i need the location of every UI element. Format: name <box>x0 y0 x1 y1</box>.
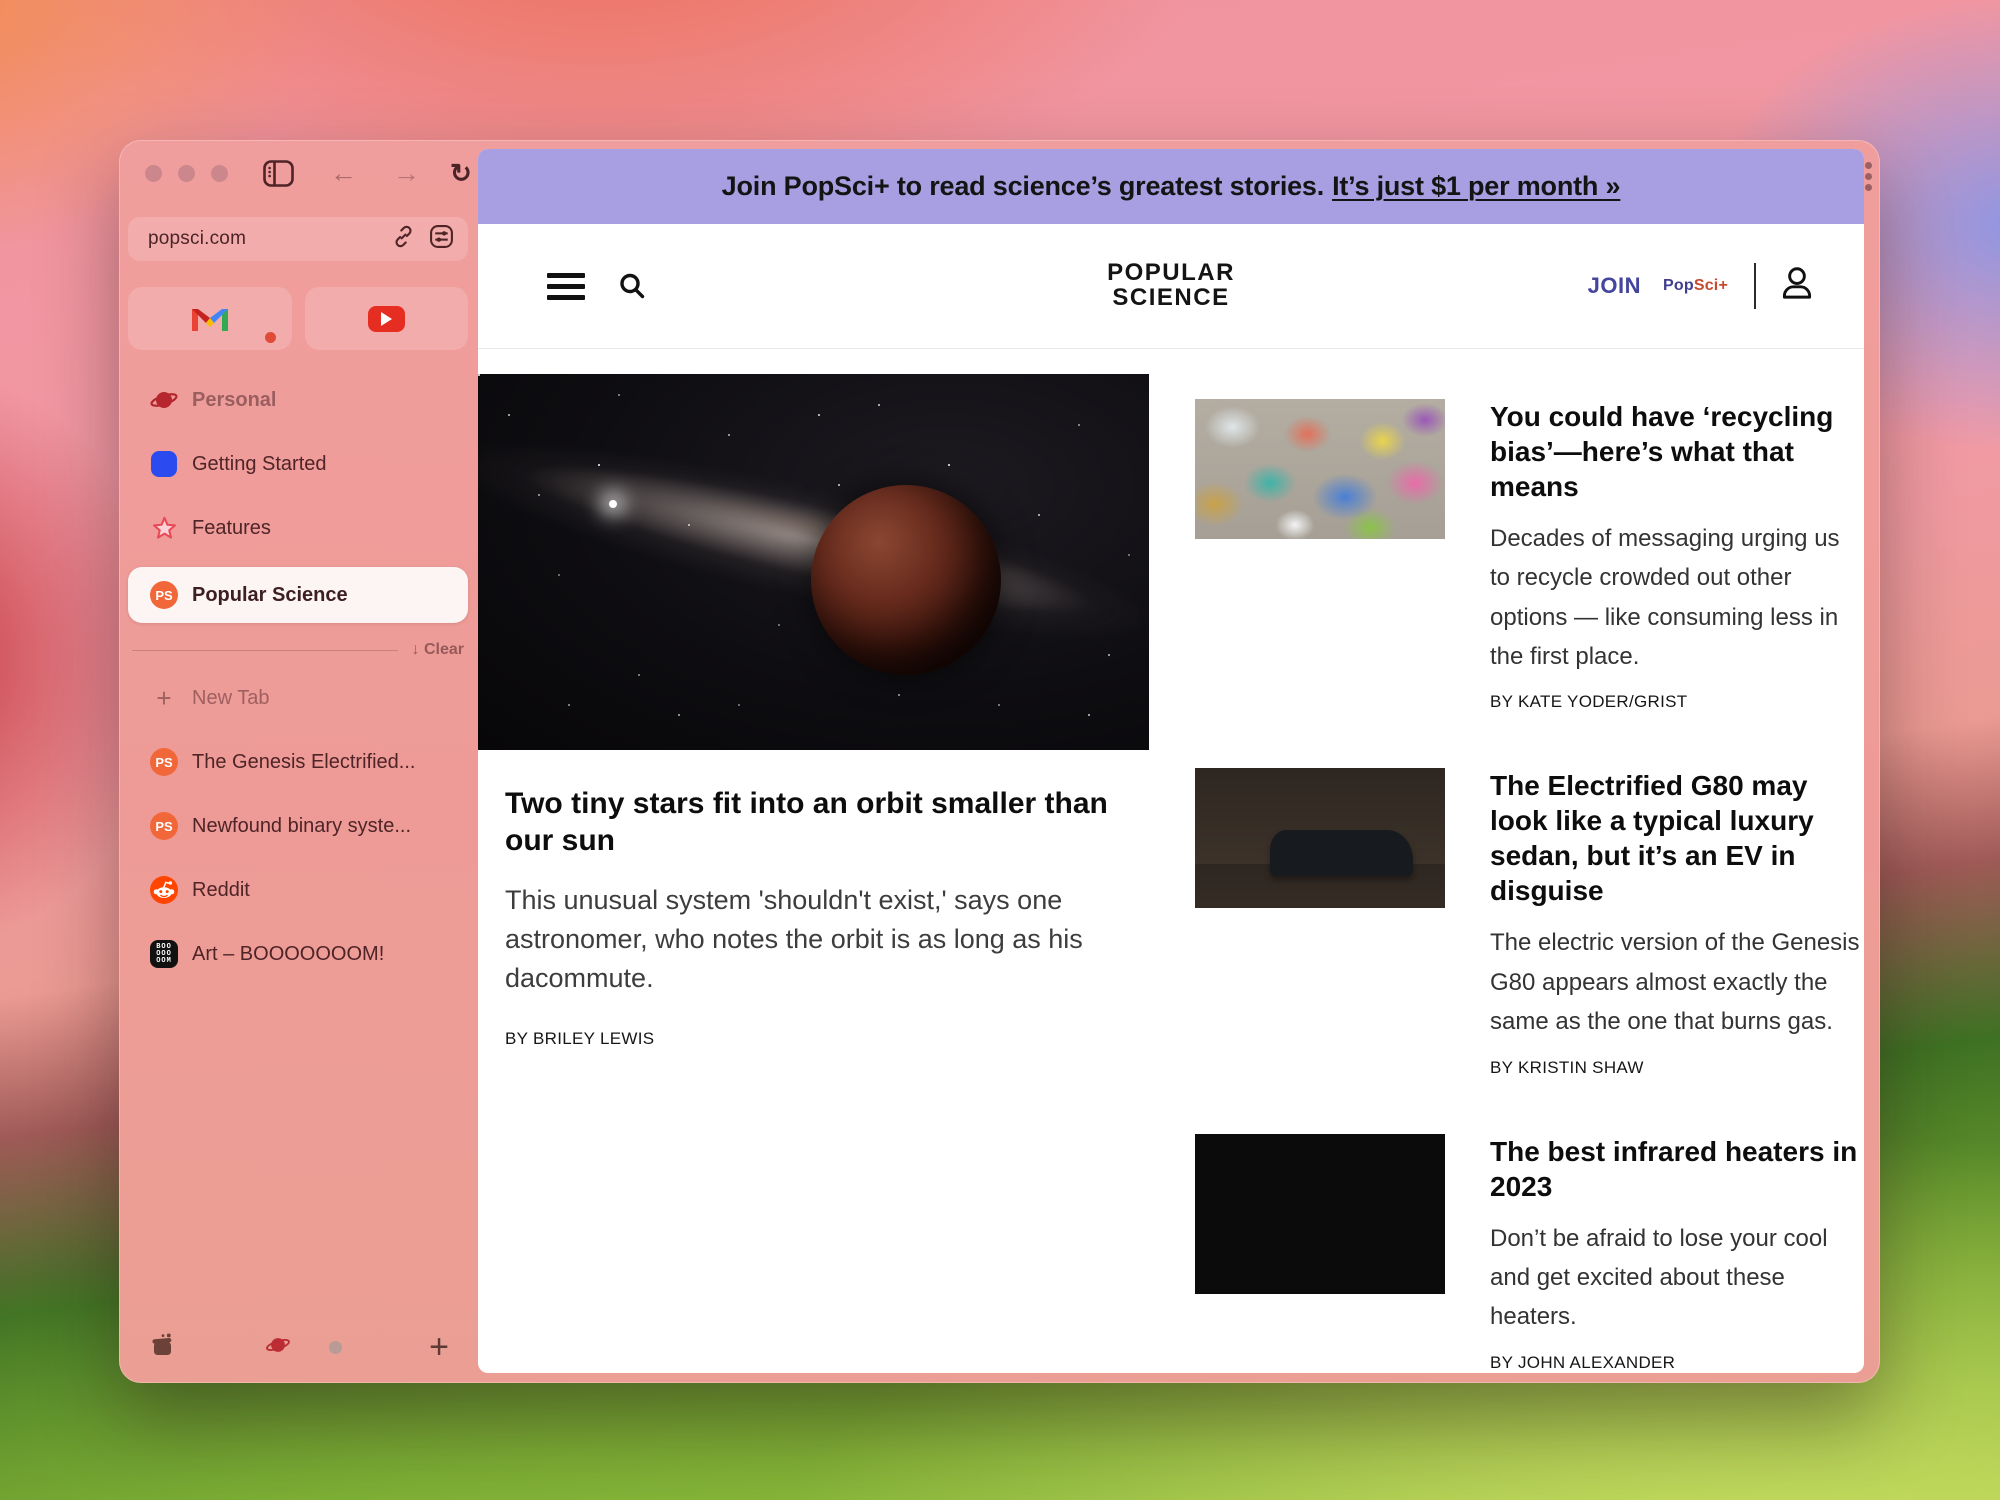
dark-red-planet <box>811 485 1001 675</box>
article-dek: The electric version of the Genesis G80 … <box>1490 923 1862 1041</box>
favorite-item-features[interactable]: Features <box>128 503 468 553</box>
favorite-item-popular-science[interactable]: PS Popular Science <box>128 567 468 623</box>
article-row-genesis-g80: The Electrified G80 may look like a typi… <box>1195 768 1864 1077</box>
booooooom-icon: BOO OOO OOM <box>150 940 178 968</box>
window-edge-handle[interactable] <box>1865 162 1872 191</box>
popular-science-icon: PS <box>150 581 178 609</box>
sidebar-toggle-icon[interactable] <box>263 160 294 187</box>
join-button[interactable]: JOIN <box>1588 273 1641 299</box>
subscription-banner: Join PopSci+ to read science’s greatest … <box>478 149 1864 224</box>
article-row-infrared-heaters: The best infrared heaters in 2023 Don’t … <box>1195 1134 1864 1373</box>
plus-icon: + <box>150 685 178 711</box>
youtube-icon <box>368 306 405 332</box>
forward-button[interactable]: → <box>393 160 420 187</box>
gmail-tile[interactable] <box>128 287 292 350</box>
clear-tabs-row: ↓ Clear <box>132 637 464 663</box>
new-space-plus-button[interactable]: + <box>429 1330 449 1364</box>
banner-text: Join PopSci+ to read science’s greatest … <box>722 171 1324 202</box>
window-topbar: ← → ↻ <box>119 140 477 206</box>
tab-item-newfound-binary[interactable]: PS Newfound binary syste... <box>128 801 468 851</box>
site-header: POPULAR SCIENCE JOIN PopSci+ <box>478 224 1864 349</box>
reload-button[interactable]: ↻ <box>450 160 472 186</box>
feature-article-dek: This unusual system 'shouldn't exist,' s… <box>505 881 1125 998</box>
space-header-personal[interactable]: Personal <box>128 375 468 425</box>
copy-link-icon[interactable] <box>392 225 415 253</box>
search-icon[interactable] <box>617 271 647 301</box>
feature-article-image[interactable] <box>478 374 1149 750</box>
zoom-button[interactable] <box>211 165 228 182</box>
favorite-tiles <box>128 287 468 350</box>
feature-article-byline: BY BRILEY LEWIS <box>505 1029 1129 1049</box>
star-icon <box>150 515 178 542</box>
reddit-icon <box>150 876 178 904</box>
article-dek: Decades of messaging urging us to recycl… <box>1490 519 1862 676</box>
clear-button[interactable]: ↓ Clear <box>412 641 464 659</box>
back-button[interactable]: ← <box>330 160 357 187</box>
library-icon[interactable] <box>147 1330 177 1365</box>
close-button[interactable] <box>145 165 162 182</box>
gmail-notification-dot <box>265 332 276 343</box>
gmail-icon <box>192 305 228 332</box>
planet-icon <box>150 386 178 414</box>
account-icon[interactable] <box>1776 263 1818 310</box>
bright-star <box>609 500 617 508</box>
tab-item-art-booooooom[interactable]: BOO OOO OOM Art – BOOOOOOOM! <box>128 929 468 979</box>
minimize-button[interactable] <box>178 165 195 182</box>
browser-window: ← → ↻ popsci.com <box>119 140 1880 1383</box>
article-dek: Don’t be afraid to lose your cool and ge… <box>1490 1219 1862 1337</box>
popsci-plus-brand[interactable]: PopSci+ <box>1663 277 1728 295</box>
articles-area: Two tiny stars fit into an orbit smaller… <box>478 374 1864 1049</box>
url-bar[interactable]: popsci.com <box>128 217 468 261</box>
article-title[interactable]: The best infrared heaters in 2023 <box>1490 1134 1862 1204</box>
tab-item-genesis-electrified[interactable]: PS The Genesis Electrified... <box>128 737 468 787</box>
youtube-tile[interactable] <box>305 287 469 350</box>
article-title[interactable]: You could have ‘recycling bias’—here’s w… <box>1490 399 1862 504</box>
browser-sidebar: ← → ↻ popsci.com <box>119 140 477 1383</box>
article-thumbnail[interactable] <box>1195 399 1445 539</box>
menu-icon[interactable] <box>547 273 585 300</box>
feature-article-title[interactable]: Two tiny stars fit into an orbit smaller… <box>505 786 1129 859</box>
divider <box>132 650 398 651</box>
article-thumbnail[interactable] <box>1195 768 1445 908</box>
article-thumbnail[interactable] <box>1195 1134 1445 1294</box>
article-row-recycling: You could have ‘recycling bias’—here’s w… <box>1195 399 1864 712</box>
space-indicator-dot[interactable] <box>329 1341 342 1354</box>
popsci-favicon: PS <box>150 748 178 776</box>
banner-link[interactable]: It’s just $1 per month » <box>1332 171 1620 202</box>
site-logo[interactable]: POPULAR SCIENCE <box>1107 261 1235 311</box>
sidebar-bottom-bar: + <box>119 1325 477 1369</box>
page-content-card: Join PopSci+ to read science’s greatest … <box>478 149 1864 1373</box>
sidebar-nav: Personal Getting Started Features PS Pop… <box>128 375 468 979</box>
tab-item-reddit[interactable]: Reddit <box>128 865 468 915</box>
space-indicator-personal-icon[interactable] <box>265 1332 291 1363</box>
boost-settings-icon[interactable] <box>429 224 454 254</box>
favorite-item-getting-started[interactable]: Getting Started <box>128 439 468 489</box>
article-byline: BY KRISTIN SHAW <box>1490 1058 1862 1078</box>
article-title[interactable]: The Electrified G80 may look like a typi… <box>1490 768 1862 908</box>
header-divider <box>1754 263 1756 309</box>
new-tab-button[interactable]: + New Tab <box>128 673 468 723</box>
space-name: Personal <box>192 389 276 412</box>
article-byline: BY KATE YODER/GRIST <box>1490 692 1862 712</box>
article-list: You could have ‘recycling bias’—here’s w… <box>1195 399 1864 1373</box>
popsci-favicon: PS <box>150 812 178 840</box>
article-byline: BY JOHN ALEXANDER <box>1490 1353 1862 1373</box>
url-text: popsci.com <box>148 228 392 250</box>
blue-square-icon <box>150 451 178 477</box>
feature-article: Two tiny stars fit into an orbit smaller… <box>478 374 1149 1049</box>
